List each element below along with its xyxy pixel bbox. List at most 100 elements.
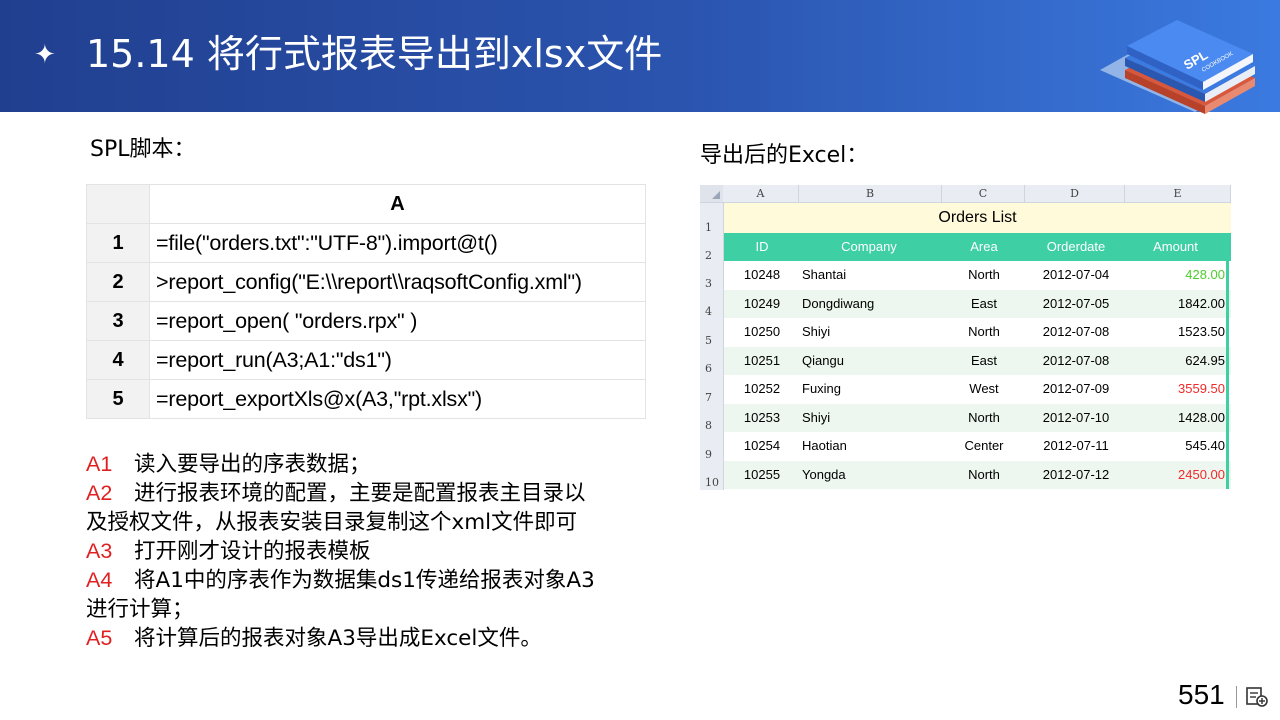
cell-orderdate[interactable]: 2012-07-04: [1027, 261, 1125, 290]
note-text: 将计算后的报表对象A3导出成Excel文件。: [134, 626, 542, 651]
note-line: A1 读入要导出的序表数据；: [86, 450, 656, 479]
note-line: A5 将计算后的报表对象A3导出成Excel文件。: [86, 624, 656, 653]
column-letter[interactable]: A: [723, 185, 799, 202]
code-cell-a5[interactable]: =report_exportXls@x(A3,"rpt.xlsx"): [149, 379, 646, 419]
header-id[interactable]: ID: [724, 233, 800, 261]
grid-corner: [86, 184, 150, 224]
cell-amount[interactable]: 3559.50: [1126, 375, 1225, 404]
cell-company[interactable]: Shiyi: [802, 318, 932, 347]
cell-area[interactable]: North: [942, 404, 1026, 433]
note-key: A2: [86, 481, 113, 505]
row-number[interactable]: 4: [700, 305, 723, 318]
column-letter[interactable]: B: [799, 185, 942, 202]
column-letter[interactable]: D: [1025, 185, 1125, 202]
cell-orderdate[interactable]: 2012-07-08: [1027, 318, 1125, 347]
cell-id[interactable]: 10248: [724, 261, 800, 290]
cell-area[interactable]: East: [942, 347, 1026, 376]
row-number[interactable]: 3: [700, 277, 723, 290]
cell-area[interactable]: East: [942, 290, 1026, 319]
note-line: A4 将A1中的序表作为数据集ds1传递给报表对象A3: [86, 566, 656, 595]
cell-company[interactable]: Fuxing: [802, 375, 932, 404]
cell-area[interactable]: North: [942, 261, 1026, 290]
column-letter[interactable]: C: [942, 185, 1025, 202]
note-text: 读入要导出的序表数据；: [134, 452, 371, 477]
note-text: 打开刚才设计的报表模板: [134, 539, 371, 564]
select-all-corner[interactable]: [700, 185, 723, 202]
note-text: 进行报表环境的配置，主要是配置报表主目录以: [134, 481, 586, 506]
cell-orderdate[interactable]: 2012-07-09: [1027, 375, 1125, 404]
cell-id[interactable]: 10252: [724, 375, 800, 404]
cell-id[interactable]: 10253: [724, 404, 800, 433]
cell-amount[interactable]: 1842.00: [1126, 290, 1225, 319]
cell-amount[interactable]: 545.40: [1126, 432, 1225, 461]
header-orderdate[interactable]: Orderdate: [1027, 233, 1125, 261]
row-number[interactable]: 10: [700, 476, 723, 489]
header-area[interactable]: Area: [942, 233, 1026, 261]
note-key: A1: [86, 452, 113, 476]
cell-company[interactable]: Qiangu: [802, 347, 932, 376]
cell-area[interactable]: Center: [942, 432, 1026, 461]
presentation-notes-icon[interactable]: [1245, 686, 1269, 708]
cell-amount[interactable]: 2450.00: [1126, 461, 1225, 490]
cell-orderdate[interactable]: 2012-07-10: [1027, 404, 1125, 433]
note-text: 进行计算；: [86, 597, 194, 622]
row-number[interactable]: 5: [86, 379, 150, 419]
row-number[interactable]: 7: [700, 391, 723, 404]
report-title[interactable]: Orders List: [724, 203, 1231, 233]
table-row: 10255 Yongda North 2012-07-12 2450.00: [724, 460, 1231, 490]
note-line: A2 进行报表环境的配置，主要是配置报表主目录以: [86, 479, 656, 508]
cell-company[interactable]: Haotian: [802, 432, 932, 461]
excel-column-header-bar: A B C D E: [700, 185, 1231, 203]
row-number[interactable]: 6: [700, 362, 723, 375]
row-number[interactable]: 1: [86, 223, 150, 263]
row-number[interactable]: 9: [700, 448, 723, 461]
note-key: A5: [86, 626, 113, 650]
cell-company[interactable]: Shiyi: [802, 404, 932, 433]
cell-amount[interactable]: 1523.50: [1126, 318, 1225, 347]
column-letter[interactable]: E: [1125, 185, 1231, 202]
cell-orderdate[interactable]: 2012-07-11: [1027, 432, 1125, 461]
cell-area[interactable]: West: [942, 375, 1026, 404]
table-row: 10254 Haotian Center 2012-07-11 545.40: [724, 432, 1231, 461]
cell-id[interactable]: 10251: [724, 347, 800, 376]
row-number[interactable]: 4: [86, 340, 150, 380]
cell-orderdate[interactable]: 2012-07-05: [1027, 290, 1125, 319]
cell-id[interactable]: 10249: [724, 290, 800, 319]
note-text: 将A1中的序表作为数据集ds1传递给报表对象A3: [134, 568, 595, 593]
row-number[interactable]: 2: [700, 249, 723, 262]
cell-company[interactable]: Shantai: [802, 261, 932, 290]
note-key: A3: [86, 539, 113, 563]
cell-amount[interactable]: 428.00: [1126, 261, 1225, 290]
cell-id[interactable]: 10250: [724, 318, 800, 347]
code-cell-a3[interactable]: =report_open( "orders.rpx" ): [149, 301, 646, 341]
cell-id[interactable]: 10255: [724, 461, 800, 490]
cell-company[interactable]: Yongda: [802, 461, 932, 490]
table-row: 10248 Shantai North 2012-07-04 428.00: [724, 261, 1231, 290]
report-header-row: ID Company Area Orderdate Amount: [724, 233, 1231, 261]
cell-amount[interactable]: 1428.00: [1126, 404, 1225, 433]
cell-company[interactable]: Dongdiwang: [802, 290, 932, 319]
cell-orderdate[interactable]: 2012-07-12: [1027, 461, 1125, 490]
report-title-row: Orders List: [724, 203, 1231, 233]
header-amount[interactable]: Amount: [1126, 233, 1225, 261]
spl-script-label: SPL脚本：: [90, 137, 196, 162]
row-number[interactable]: 5: [700, 334, 723, 347]
code-cell-a2[interactable]: >report_config("E:\\report\\raqsoftConfi…: [149, 262, 646, 302]
cell-area[interactable]: North: [942, 461, 1026, 490]
row-number[interactable]: 2: [86, 262, 150, 302]
table-row: 10253 Shiyi North 2012-07-10 1428.00: [724, 403, 1231, 433]
row-number[interactable]: 3: [86, 301, 150, 341]
note-line: 及授权文件，从报表安装目录复制这个xml文件即可: [86, 508, 656, 537]
code-cell-a1[interactable]: =file("orders.txt":"UTF-8").import@t(): [149, 223, 646, 263]
row-number[interactable]: 8: [700, 419, 723, 432]
column-header-a[interactable]: A: [149, 184, 646, 224]
cell-orderdate[interactable]: 2012-07-08: [1027, 347, 1125, 376]
row-number[interactable]: 1: [700, 221, 723, 234]
table-row: 10252 Fuxing West 2012-07-09 3559.50: [724, 375, 1231, 404]
cell-area[interactable]: North: [942, 318, 1026, 347]
cell-id[interactable]: 10254: [724, 432, 800, 461]
header-company[interactable]: Company: [804, 233, 934, 261]
slide-header: ✦ 15.14 将行式报表导出到xlsx文件 SPL COOKBOOK: [0, 0, 1280, 114]
cell-amount[interactable]: 624.95: [1126, 347, 1225, 376]
code-cell-a4[interactable]: =report_run(A3;A1:"ds1"): [149, 340, 646, 380]
